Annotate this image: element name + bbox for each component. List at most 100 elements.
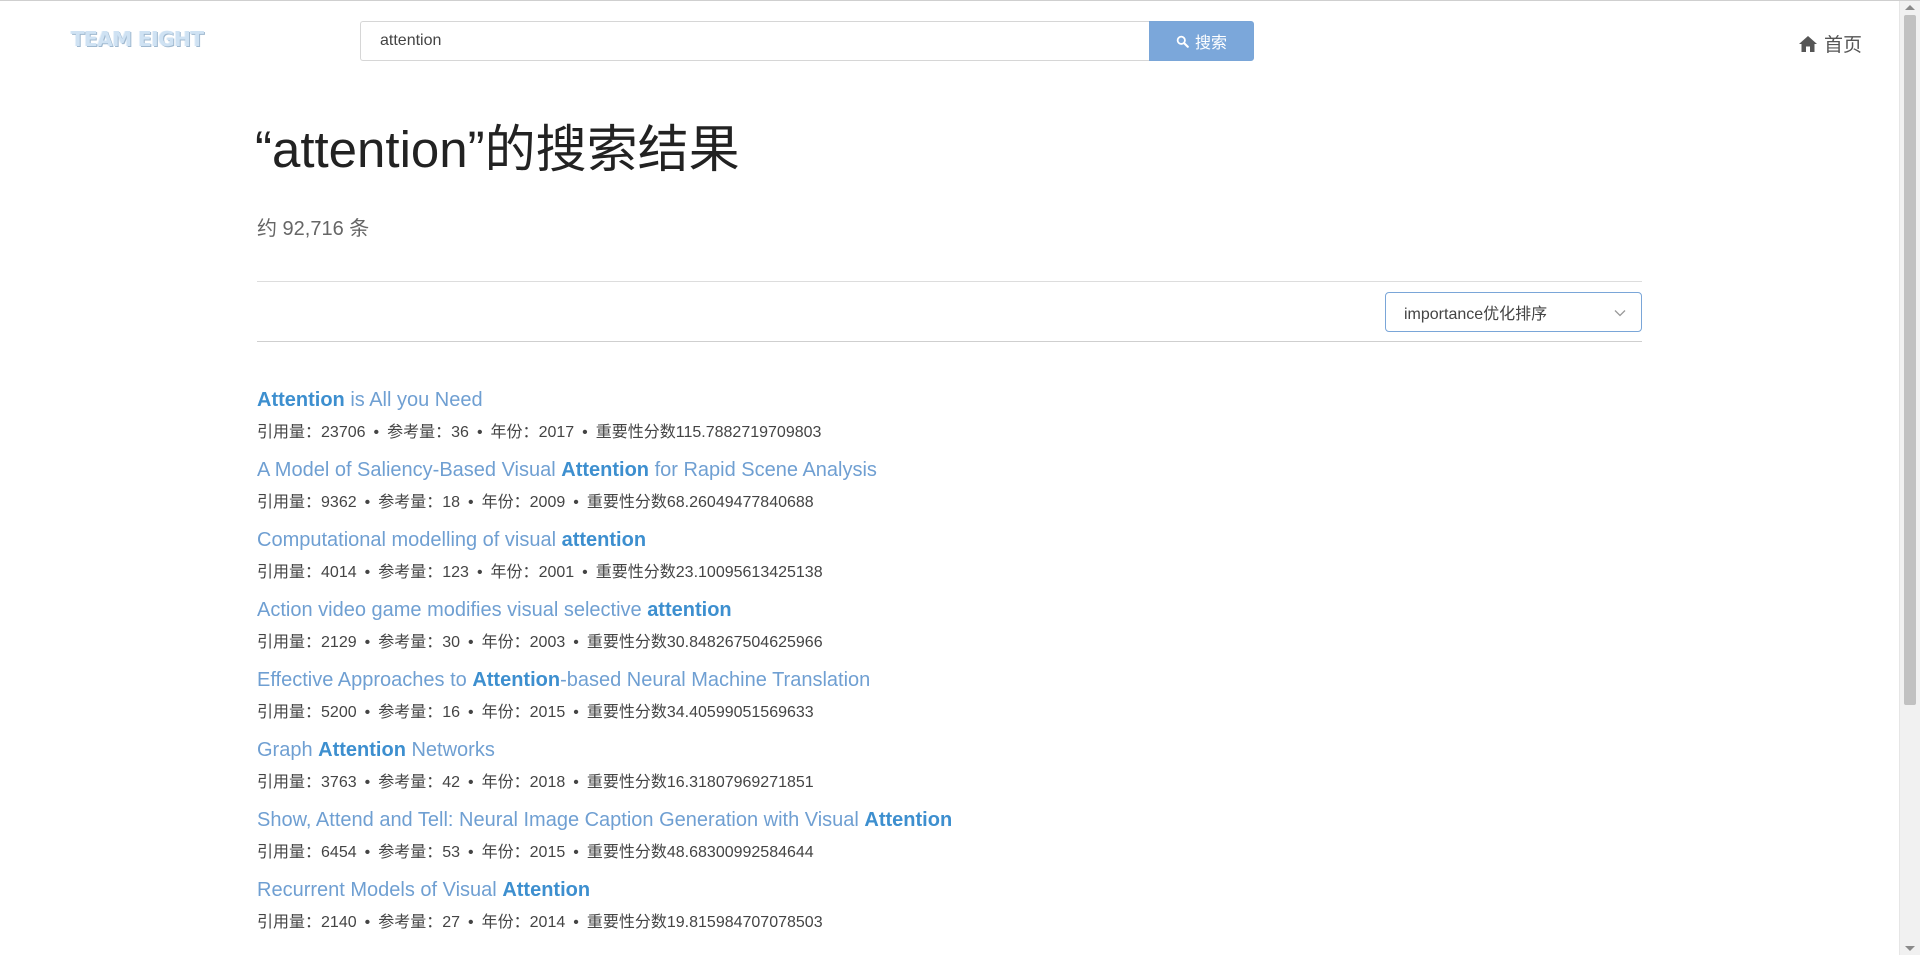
meta-label-score: 重要性分数	[595, 424, 676, 441]
search-icon	[1176, 35, 1189, 48]
meta-value-score: 19.815984707078503	[666, 914, 823, 931]
title-text: is All you Need	[344, 389, 483, 411]
meta-label-citations: 引用量：	[257, 844, 322, 861]
meta-value-references: 123	[442, 564, 469, 581]
meta-separator: •	[364, 914, 371, 931]
meta-separator: •	[476, 424, 483, 441]
page-title: “attention”的搜索结果	[255, 121, 740, 178]
meta-separator: •	[476, 564, 483, 581]
meta-value-citations: 6454	[321, 844, 357, 861]
nav-home-link[interactable]: 首页	[1798, 30, 1862, 57]
result-title-link[interactable]: Computational modelling of visual attent…	[257, 526, 1557, 554]
meta-label-citations: 引用量：	[257, 914, 322, 931]
result-meta: 引用量：5200 • 参考量：16 • 年份：2015 • 重要性分数34.40599051…	[257, 702, 1557, 724]
title-text: Graph	[257, 739, 319, 761]
result-title-link[interactable]: A Model of Saliency-Based Visual Attenti…	[257, 456, 1557, 484]
meta-label-score: 重要性分数	[586, 704, 667, 721]
meta-label-references: 参考量：	[387, 424, 452, 441]
sort-select[interactable]: importance优化排序	[1385, 292, 1642, 332]
result-item: Recurrent Models of Visual Attention 引用量：…	[257, 876, 1557, 946]
meta-label-score: 重要性分数	[586, 774, 667, 791]
meta-value-score: 16.31807969271851	[666, 774, 814, 791]
result-title-link[interactable]: Action video game modifies visual select…	[257, 596, 1557, 624]
result-item: Computational modelling of visual attent…	[257, 526, 1557, 596]
result-item: Show, Attend and Tell: Neural Image Capt…	[257, 806, 1557, 876]
meta-value-references: 36	[451, 424, 469, 441]
meta-label-year: 年份：	[481, 494, 530, 511]
meta-value-score: 23.10095613425138	[675, 564, 823, 581]
meta-separator: •	[364, 634, 371, 651]
title-text: A Model of Saliency-Based Visual	[257, 459, 562, 481]
meta-label-year: 年份：	[481, 844, 530, 861]
meta-separator: •	[468, 634, 474, 651]
title-highlight: Attention	[257, 389, 345, 411]
result-meta: 引用量：6454 • 参考量：53 • 年份：2015 • 重要性分数48.68300992…	[257, 842, 1557, 864]
meta-separator: •	[573, 704, 579, 721]
meta-value-references: 53	[442, 844, 461, 861]
title-text: Show, Attend and Tell: Neural Image Capt…	[257, 809, 865, 831]
title-text: Computational modelling of visual	[257, 529, 562, 551]
title-text: Networks	[405, 739, 495, 761]
result-item: Action video game modifies visual select…	[257, 596, 1557, 666]
title-highlight: Attention	[318, 739, 406, 761]
result-title-link[interactable]: Recurrent Models of Visual Attention	[257, 876, 1557, 904]
meta-value-references: 27	[442, 914, 461, 931]
meta-value-year: 2017	[538, 424, 575, 441]
meta-label-year: 年份：	[490, 564, 539, 581]
meta-value-year: 2001	[538, 564, 575, 581]
meta-separator: •	[573, 774, 579, 791]
scroll-down-arrow-icon[interactable]	[1905, 946, 1915, 951]
meta-value-year: 2015	[529, 844, 566, 861]
meta-value-year: 2009	[529, 494, 566, 511]
result-meta: 引用量：9362 • 参考量：18 • 年份：2009 • 重要性分数68.26049477…	[257, 492, 1557, 514]
result-item: Attention is All you Need 引用量：23706 • 参考量：3…	[257, 386, 1557, 456]
brand-logo[interactable]: TEAM EIGHT	[71, 27, 204, 51]
result-title-link[interactable]: Attention is All you Need	[257, 386, 1557, 414]
meta-value-year: 2018	[529, 774, 566, 791]
scrollbar-thumb[interactable]	[1904, 15, 1916, 705]
result-title-link[interactable]: Graph Attention Networks	[257, 736, 1557, 764]
result-meta: 引用量：4014 • 参考量：123 • 年份：2001 • 重要性分数23.1009561…	[257, 562, 1557, 584]
search-input[interactable]	[360, 21, 1149, 61]
meta-value-citations: 3763	[321, 774, 357, 791]
meta-label-citations: 引用量：	[257, 704, 322, 721]
divider-top	[257, 281, 1642, 282]
title-highlight: Attention	[561, 459, 650, 481]
meta-value-references: 42	[442, 774, 461, 791]
meta-label-score: 重要性分数	[586, 634, 667, 651]
result-title-link[interactable]: Effective Approaches to Attention-based …	[257, 666, 1557, 694]
scroll-up-arrow-icon[interactable]	[1905, 5, 1915, 10]
meta-value-references: 30	[442, 634, 461, 651]
meta-separator: •	[364, 564, 371, 581]
meta-value-year: 2015	[529, 704, 566, 721]
title-text: -based Neural Machine Translation	[560, 669, 871, 691]
meta-label-citations: 引用量：	[257, 564, 322, 581]
meta-label-citations: 引用量：	[257, 424, 322, 441]
meta-separator: •	[573, 494, 579, 511]
meta-label-score: 重要性分数	[586, 844, 667, 861]
meta-label-references: 参考量：	[378, 914, 443, 931]
meta-separator: •	[582, 564, 588, 581]
meta-value-score: 34.40599051569633	[666, 704, 814, 721]
search-button[interactable]: 搜索	[1149, 21, 1254, 61]
meta-label-year: 年份：	[481, 704, 530, 721]
meta-value-citations: 2129	[321, 634, 357, 651]
meta-separator: •	[373, 424, 380, 441]
meta-label-citations: 引用量：	[257, 634, 322, 651]
meta-separator: •	[468, 704, 474, 721]
result-title-link[interactable]: Show, Attend and Tell: Neural Image Capt…	[257, 806, 1557, 834]
title-text: for Rapid Scene Analysis	[649, 459, 877, 481]
meta-label-references: 参考量：	[378, 844, 443, 861]
divider-bottom	[257, 341, 1642, 342]
meta-separator: •	[364, 704, 371, 721]
title-text: Effective Approaches to	[257, 669, 473, 691]
meta-value-references: 18	[442, 494, 461, 511]
meta-separator: •	[573, 844, 579, 861]
meta-label-references: 参考量：	[378, 634, 443, 651]
meta-label-year: 年份：	[481, 634, 530, 651]
meta-value-citations: 2140	[321, 914, 357, 931]
meta-separator: •	[364, 774, 371, 791]
meta-label-references: 参考量：	[378, 564, 443, 581]
scrollbar[interactable]	[1899, 1, 1920, 955]
sort-selected-label: importance优化排序	[1404, 306, 1548, 323]
